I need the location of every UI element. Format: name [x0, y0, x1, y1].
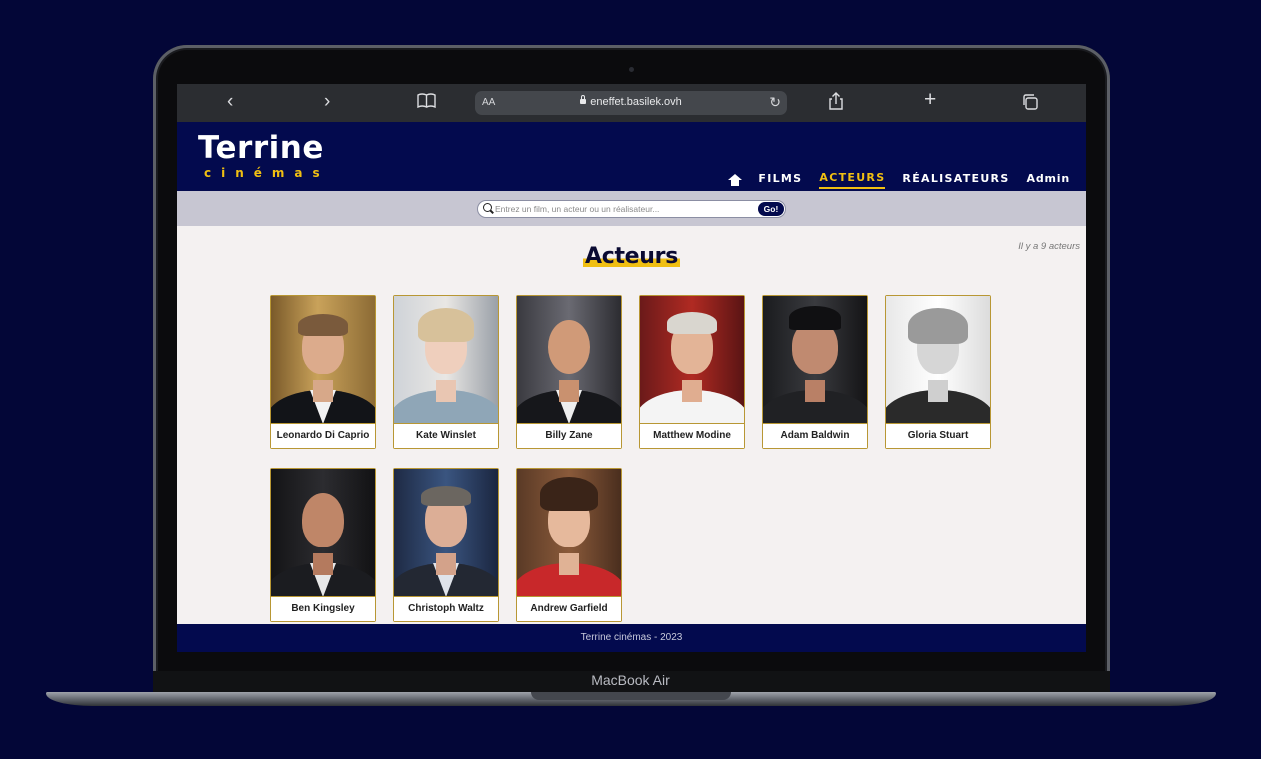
actor-name: Ben Kingsley: [271, 596, 375, 621]
actor-photo: [394, 469, 498, 597]
actor-name: Kate Winslet: [394, 423, 498, 448]
actor-name: Adam Baldwin: [763, 423, 867, 448]
nav-acteurs[interactable]: ACTEURS: [819, 171, 886, 189]
actor-name: Andrew Garfield: [517, 596, 621, 621]
actor-card-kate-winslet[interactable]: Kate Winslet: [393, 295, 499, 449]
actor-photo: [271, 296, 375, 424]
bookmarks-icon[interactable]: [417, 92, 436, 114]
search-icon: [483, 203, 492, 212]
page-title-wrap: Acteurs: [177, 244, 1086, 269]
laptop-brand-label: MacBook Air: [591, 672, 670, 688]
nav-films[interactable]: FILMS: [758, 172, 802, 188]
actor-photo: [271, 469, 375, 597]
camera-icon: [629, 67, 634, 72]
search-input[interactable]: [495, 201, 750, 217]
actor-card-christoph-waltz[interactable]: Christoph Waltz: [393, 468, 499, 622]
actor-name: Leonardo Di Caprio: [271, 423, 375, 448]
share-icon[interactable]: [828, 92, 844, 116]
forward-icon[interactable]: ›: [324, 91, 330, 113]
search-go-button[interactable]: Go!: [758, 202, 784, 216]
nav-admin[interactable]: Admin: [1027, 172, 1070, 188]
actor-card-gloria-stuart[interactable]: Gloria Stuart: [885, 295, 991, 449]
actor-card-ben-kingsley[interactable]: Ben Kingsley: [270, 468, 376, 622]
site-logo-subtitle: cinémas: [204, 166, 330, 180]
nav-realisateurs[interactable]: RÉALISATEURS: [902, 172, 1009, 188]
site-header: Terrine cinémas FILMS ACTEURS RÉALISATEU…: [177, 122, 1086, 191]
actor-card-matthew-modine[interactable]: Matthew Modine: [639, 295, 745, 449]
actor-card-andrew-garfield[interactable]: Andrew Garfield: [516, 468, 622, 622]
main-nav: FILMS ACTEURS RÉALISATEURS Admin: [728, 171, 1070, 189]
browser-toolbar: ‹ › AA eneffet.basilek.ovh ↻ +: [177, 84, 1086, 122]
search-box: Go!: [477, 200, 786, 218]
back-icon[interactable]: ‹: [227, 91, 233, 113]
actor-name: Matthew Modine: [640, 423, 744, 448]
lock-icon: [580, 95, 587, 104]
browser-screen: ‹ › AA eneffet.basilek.ovh ↻ + Terrine c…: [177, 84, 1086, 652]
site-footer: Terrine cinémas - 2023: [177, 624, 1086, 652]
actor-photo: [640, 296, 744, 424]
actor-photo: [763, 296, 867, 424]
url-bar[interactable]: AA eneffet.basilek.ovh ↻: [475, 91, 787, 115]
actor-photo: [517, 469, 621, 597]
actor-photo: [394, 296, 498, 424]
search-band: Go!: [177, 191, 1086, 226]
actor-photo: [886, 296, 990, 424]
tabs-icon[interactable]: [1022, 94, 1039, 116]
reload-icon[interactable]: ↻: [769, 94, 781, 111]
url-text-wrap: eneffet.basilek.ovh: [475, 95, 787, 108]
actor-card-adam-baldwin[interactable]: Adam Baldwin: [762, 295, 868, 449]
actor-card-billy-zane[interactable]: Billy Zane: [516, 295, 622, 449]
actor-photo: [517, 296, 621, 424]
actor-name: Billy Zane: [517, 423, 621, 448]
actor-name: Gloria Stuart: [886, 423, 990, 448]
home-icon[interactable]: [728, 174, 743, 186]
actor-card-leonardo-di-caprio[interactable]: Leonardo Di Caprio: [270, 295, 376, 449]
laptop-notch: [531, 692, 731, 700]
actor-name: Christoph Waltz: [394, 596, 498, 621]
page-title: Acteurs: [582, 244, 680, 269]
new-tab-icon[interactable]: +: [924, 89, 936, 111]
site-logo[interactable]: Terrine: [198, 130, 324, 166]
url-text: eneffet.basilek.ovh: [590, 96, 682, 108]
actor-count: Il y a 9 acteurs: [1018, 241, 1080, 252]
